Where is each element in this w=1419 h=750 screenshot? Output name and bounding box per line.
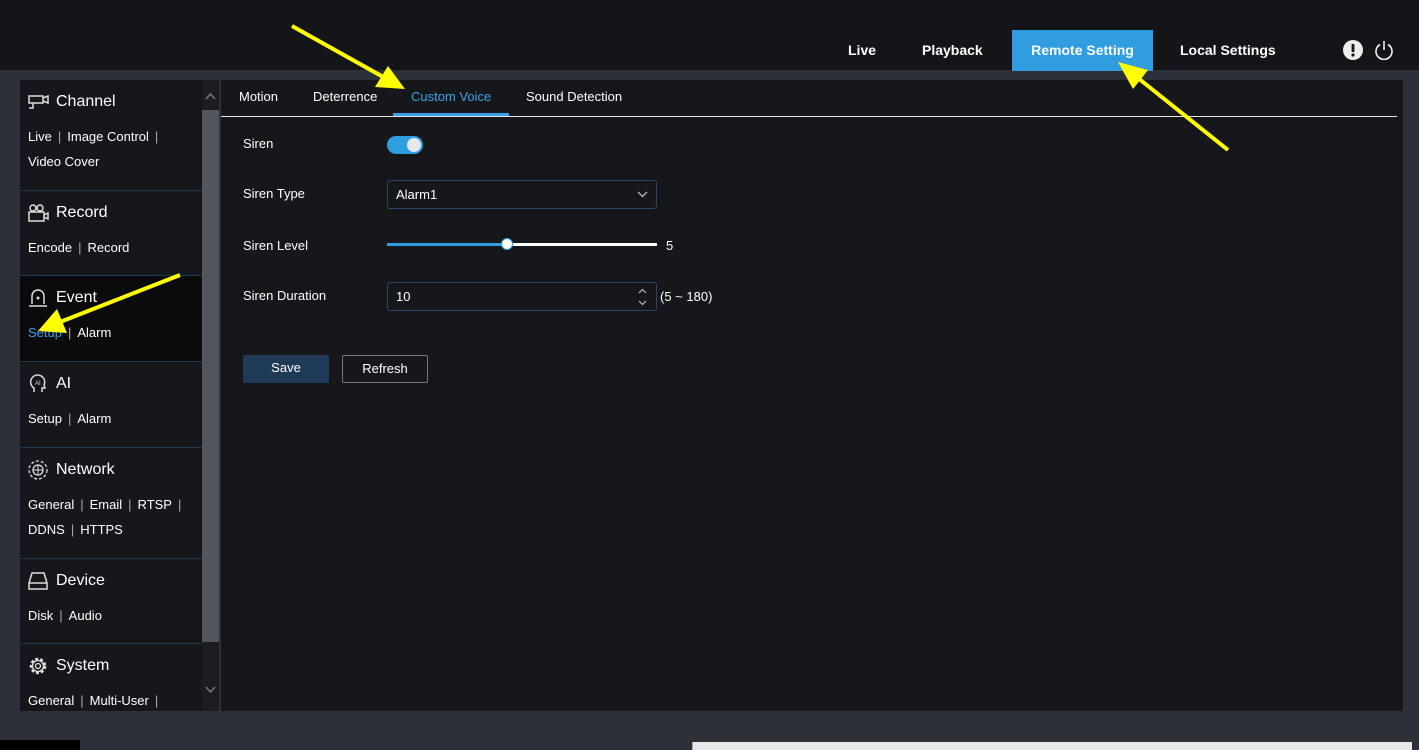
annotation-arrows: [38, 24, 1230, 333]
